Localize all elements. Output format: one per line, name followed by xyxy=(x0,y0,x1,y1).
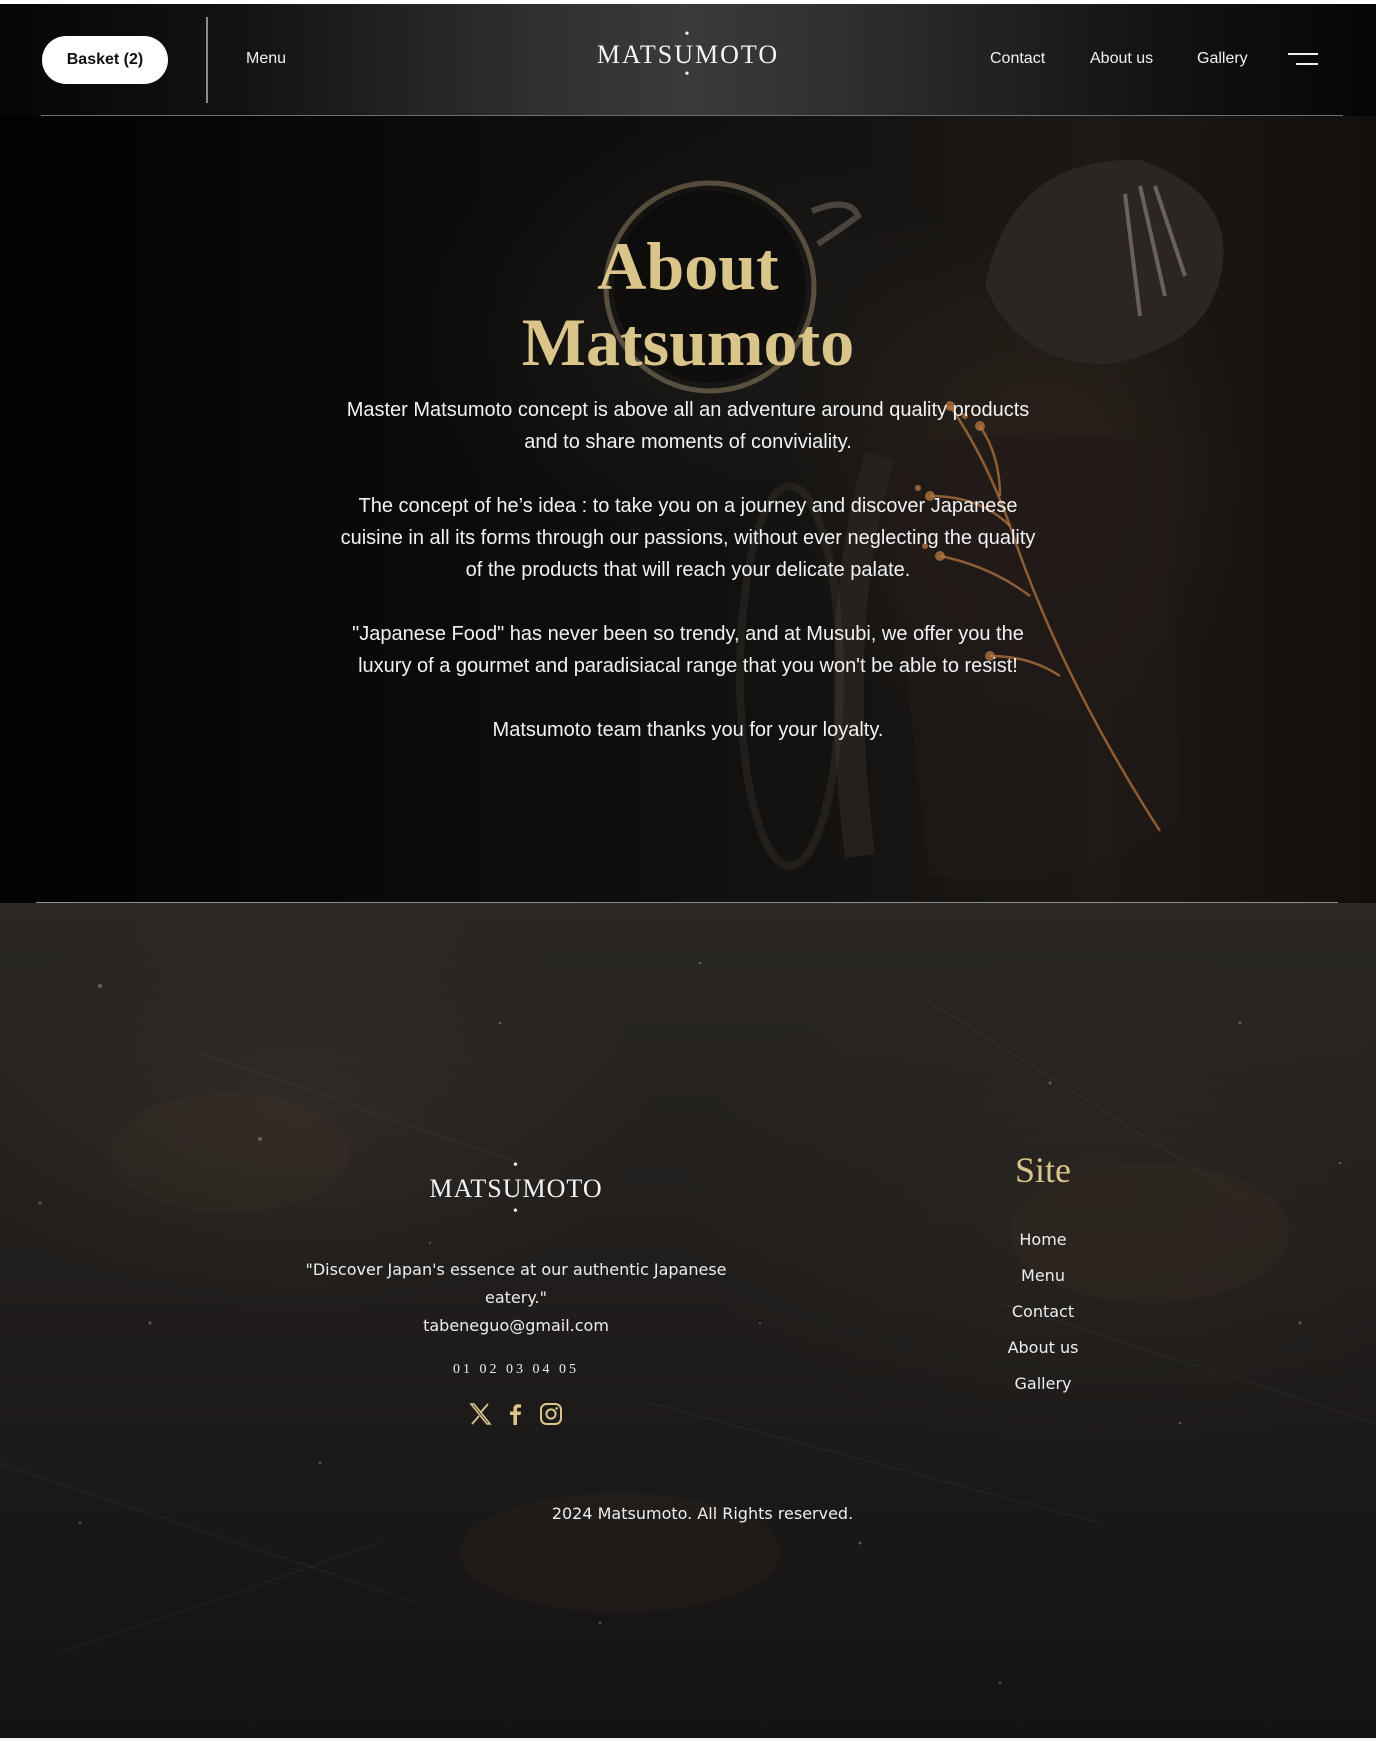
about-paragraph: "Japanese Food" has never been so trendy… xyxy=(352,623,1024,677)
footer-phone[interactable]: 01 02 03 04 05 xyxy=(376,1362,656,1378)
page-title: About Matsumoto xyxy=(0,228,1376,380)
page-title-line-2: Matsumoto xyxy=(521,304,855,380)
instagram-icon[interactable] xyxy=(538,1401,564,1427)
copyright-notice: 2024 Matsumoto. All Rights reserved. xyxy=(551,1504,854,1523)
about-paragraph: The concept of he’s idea : to take you o… xyxy=(340,495,1036,581)
about-paragraph: Matsumoto team thanks you for your loyal… xyxy=(492,719,884,741)
nav-link-contact[interactable]: Contact xyxy=(990,50,1045,68)
site-header: Basket (2) Menu • MATSUMOTO • Contact Ab… xyxy=(0,4,1376,116)
footer-logo[interactable]: • MATSUMOTO • xyxy=(376,1159,656,1219)
footer-link-home[interactable]: Home xyxy=(943,1230,1143,1249)
logo-dot-bottom: • xyxy=(684,67,692,82)
about-text: Master Matsumoto concept is above all an… xyxy=(338,394,1038,778)
footer-link-menu[interactable]: Menu xyxy=(943,1266,1143,1285)
page-title-line-1: About xyxy=(597,228,779,304)
site-logo[interactable]: • MATSUMOTO • xyxy=(0,28,1376,82)
footer-link-gallery[interactable]: Gallery xyxy=(943,1374,1143,1393)
facebook-icon[interactable] xyxy=(502,1401,528,1427)
page: Basket (2) Menu • MATSUMOTO • Contact Ab… xyxy=(0,4,1376,1740)
site-footer: • MATSUMOTO • "Discover Japan's essence … xyxy=(0,903,1376,1740)
about-paragraph: Master Matsumoto concept is above all an… xyxy=(346,399,1030,453)
about-hero: About Matsumoto Master Matsumoto concept… xyxy=(0,116,1376,903)
footer-link-contact[interactable]: Contact xyxy=(943,1302,1143,1321)
nav-link-gallery[interactable]: Gallery xyxy=(1197,50,1248,68)
footer-tagline: "Discover Japan's essence at our authent… xyxy=(305,1260,727,1307)
footer-link-about-us[interactable]: About us xyxy=(943,1338,1143,1357)
footer-site-heading: Site xyxy=(1014,1150,1071,1190)
nav-link-about-us[interactable]: About us xyxy=(1090,50,1153,68)
hamburger-menu-icon[interactable] xyxy=(1286,53,1318,67)
footer-logo-text: MATSUMOTO xyxy=(429,1174,603,1203)
footer-logo-dot-bottom: • xyxy=(513,1204,519,1219)
x-icon[interactable] xyxy=(467,1401,493,1427)
footer-email[interactable]: tabeneguo@gmail.com xyxy=(296,1312,736,1340)
